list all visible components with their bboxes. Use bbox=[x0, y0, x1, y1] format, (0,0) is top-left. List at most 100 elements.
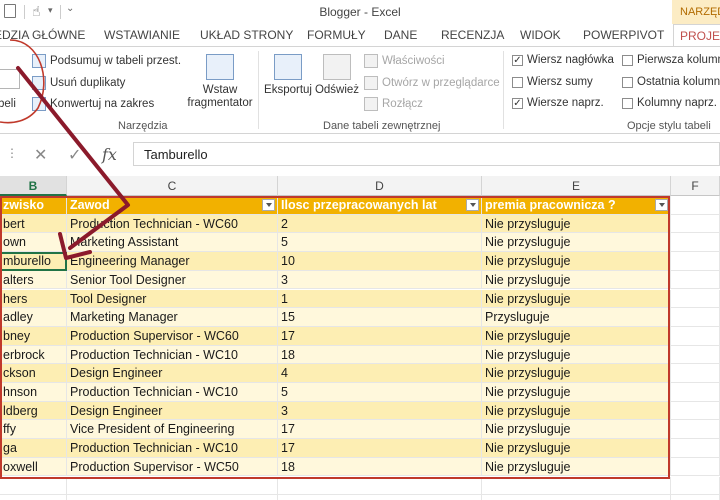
table-cell[interactable]: mburello bbox=[0, 252, 67, 271]
table-cell[interactable]: 5 bbox=[278, 383, 482, 402]
empty-cell[interactable] bbox=[671, 364, 720, 383]
empty-cell[interactable] bbox=[671, 457, 720, 477]
empty-cell[interactable] bbox=[671, 270, 720, 290]
export-button[interactable]: Eksportuj bbox=[264, 54, 312, 97]
table-cell[interactable]: 2 bbox=[278, 214, 482, 234]
table-cell[interactable]: Production Supervisor - WC50 bbox=[67, 457, 278, 477]
first-column-checkbox[interactable]: Pierwsza kolumn bbox=[622, 54, 720, 66]
formula-input[interactable]: Tamburello bbox=[133, 142, 720, 166]
table-cell[interactable]: Nie przysluguje bbox=[482, 252, 671, 271]
table-cell[interactable]: erbrock bbox=[0, 345, 67, 365]
table-cell[interactable]: Senior Tool Designer bbox=[67, 270, 278, 290]
table-header-cell[interactable]: zwisko bbox=[0, 196, 67, 215]
dropdown-arrow-icon[interactable] bbox=[262, 199, 275, 211]
table-cell[interactable]: Nie przysluguje bbox=[482, 326, 671, 346]
total-row-checkbox[interactable]: Wiersz sumy bbox=[512, 76, 593, 88]
table-cell[interactable]: Vice President of Engineering bbox=[67, 420, 278, 440]
table-cell[interactable]: 5 bbox=[278, 233, 482, 253]
table-cell[interactable]: Design Engineer bbox=[67, 364, 278, 383]
table-cell[interactable]: 18 bbox=[278, 457, 482, 477]
properties-button[interactable]: Właściwości bbox=[364, 54, 445, 68]
table-cell[interactable]: ffy bbox=[0, 420, 67, 440]
table-cell[interactable]: 17 bbox=[278, 439, 482, 458]
refresh-button[interactable]: Odśwież bbox=[314, 54, 360, 97]
empty-cell[interactable] bbox=[671, 252, 720, 271]
empty-cell[interactable] bbox=[67, 476, 278, 496]
last-column-checkbox[interactable]: Ostatnia kolumn bbox=[622, 76, 720, 88]
table-cell[interactable]: Nie przysluguje bbox=[482, 401, 671, 421]
column-header-e[interactable]: E bbox=[482, 176, 671, 196]
table-cell[interactable]: alters bbox=[0, 270, 67, 290]
table-cell[interactable]: Nie przysluguje bbox=[482, 439, 671, 458]
table-cell[interactable]: 17 bbox=[278, 420, 482, 440]
table-cell[interactable]: adley bbox=[0, 308, 67, 327]
table-cell[interactable]: ckson bbox=[0, 364, 67, 383]
table-cell[interactable]: Nie przysluguje bbox=[482, 289, 671, 309]
remove-duplicates-button[interactable]: Usuń duplikaty bbox=[32, 76, 125, 90]
empty-cell[interactable] bbox=[671, 439, 720, 458]
table-cell[interactable]: 18 bbox=[278, 345, 482, 365]
confirm-icon[interactable]: ✓ bbox=[68, 145, 81, 165]
empty-cell[interactable] bbox=[671, 289, 720, 309]
table-name-box[interactable] bbox=[0, 69, 20, 89]
empty-cell[interactable] bbox=[671, 476, 720, 496]
table-header-cell[interactable]: Zawod bbox=[67, 196, 278, 215]
unlink-button[interactable]: Rozłącz bbox=[364, 97, 423, 111]
table-cell[interactable]: Production Supervisor - WC60 bbox=[67, 326, 278, 346]
table-cell[interactable]: Nie przysluguje bbox=[482, 383, 671, 402]
table-cell[interactable]: Production Technician - WC60 bbox=[67, 214, 278, 234]
empty-cell[interactable] bbox=[671, 233, 720, 253]
table-cell[interactable]: Marketing Assistant bbox=[67, 233, 278, 253]
table-header-cell[interactable]: Ilosc przepracowanych lat bbox=[278, 196, 482, 215]
table-cell[interactable]: 4 bbox=[278, 364, 482, 383]
table-header-cell[interactable]: premia pracownicza ? bbox=[482, 196, 671, 215]
banded-rows-checkbox[interactable]: ✓ Wiersze naprz. bbox=[512, 97, 604, 109]
table-cell[interactable]: 17 bbox=[278, 326, 482, 346]
tab-formulas[interactable]: FORMUŁY bbox=[307, 28, 366, 42]
table-cell[interactable]: 10 bbox=[278, 252, 482, 271]
table-cell[interactable]: 15 bbox=[278, 308, 482, 327]
table-cell[interactable]: Nie przysluguje bbox=[482, 420, 671, 440]
table-cell[interactable]: Nie przysluguje bbox=[482, 364, 671, 383]
empty-cell[interactable] bbox=[671, 383, 720, 402]
column-header-b[interactable]: B bbox=[0, 176, 67, 196]
table-cell[interactable]: Production Technician - WC10 bbox=[67, 383, 278, 402]
table-cell[interactable]: Przysluguje bbox=[482, 308, 671, 327]
table-cell[interactable]: ga bbox=[0, 439, 67, 458]
fx-icon[interactable]: fx bbox=[102, 145, 117, 164]
empty-cell[interactable] bbox=[0, 476, 67, 496]
tab-data[interactable]: DANE bbox=[384, 28, 417, 42]
table-cell[interactable]: own bbox=[0, 233, 67, 253]
empty-cell[interactable] bbox=[482, 495, 671, 500]
tab-view[interactable]: WIDOK bbox=[520, 28, 561, 42]
table-cell[interactable]: ldberg bbox=[0, 401, 67, 421]
empty-cell[interactable] bbox=[278, 476, 482, 496]
table-cell[interactable]: Nie przysluguje bbox=[482, 345, 671, 365]
table-cell[interactable]: 3 bbox=[278, 270, 482, 290]
open-in-browser-button[interactable]: Otwórz w przeglądarce bbox=[364, 76, 500, 90]
empty-cell[interactable] bbox=[671, 326, 720, 346]
dropdown-arrow-icon[interactable] bbox=[655, 199, 668, 211]
header-row-checkbox[interactable]: ✓ Wiersz nagłówka bbox=[512, 54, 614, 66]
cancel-icon[interactable]: ✕ bbox=[34, 145, 47, 165]
table-cell[interactable]: Nie przysluguje bbox=[482, 233, 671, 253]
table-cell[interactable]: Engineering Manager bbox=[67, 252, 278, 271]
table-cell[interactable]: 3 bbox=[278, 401, 482, 421]
table-cell[interactable]: Nie przysluguje bbox=[482, 270, 671, 290]
table-cell[interactable]: Design Engineer bbox=[67, 401, 278, 421]
convert-to-range-button[interactable]: Konwertuj na zakres bbox=[32, 97, 154, 111]
table-cell[interactable]: Nie przysluguje bbox=[482, 457, 671, 477]
empty-cell[interactable] bbox=[671, 345, 720, 365]
empty-cell[interactable] bbox=[67, 495, 278, 500]
tab-review[interactable]: RECENZJA bbox=[441, 28, 504, 42]
empty-cell[interactable] bbox=[671, 420, 720, 440]
table-cell[interactable]: Tool Designer bbox=[67, 289, 278, 309]
table-cell[interactable]: Production Technician - WC10 bbox=[67, 439, 278, 458]
tab-home[interactable]: EDZIA GŁÓWNE bbox=[0, 28, 85, 42]
table-cell[interactable]: hers bbox=[0, 289, 67, 309]
table-cell[interactable]: 1 bbox=[278, 289, 482, 309]
empty-cell[interactable] bbox=[278, 495, 482, 500]
table-cell[interactable]: bert bbox=[0, 214, 67, 234]
column-header-d[interactable]: D bbox=[278, 176, 482, 196]
summarize-pivot-button[interactable]: Podsumuj w tabeli przest. bbox=[32, 54, 181, 68]
